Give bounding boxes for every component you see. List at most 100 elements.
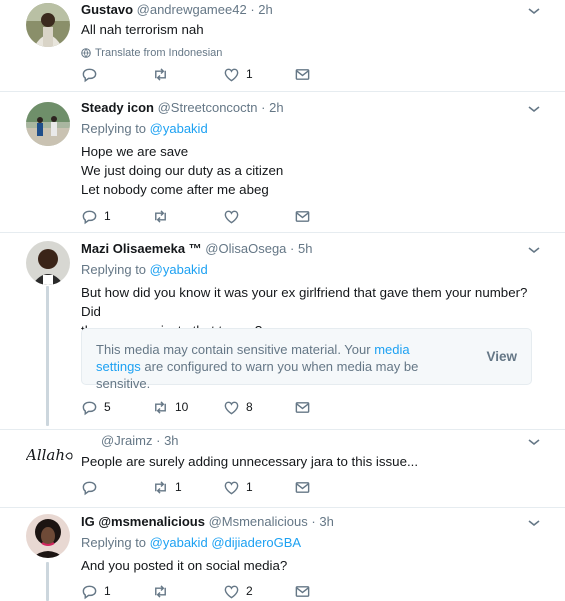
like-button[interactable]: 2: [223, 583, 294, 600]
dm-icon: [295, 68, 310, 80]
like-count: 1: [246, 67, 253, 81]
like-button[interactable]: 8: [223, 399, 294, 416]
replying-to: Replying to @yabakid @dijiaderoGBA: [81, 534, 545, 552]
mention-link[interactable]: @yabakid: [150, 262, 208, 277]
retweet-icon: [155, 209, 166, 223]
reply-button[interactable]: 5: [81, 399, 152, 416]
caret-down-icon[interactable]: [527, 6, 541, 16]
reply-button[interactable]: 1: [81, 208, 152, 225]
sensitive-text-after: are configured to warn you when media ma…: [96, 359, 419, 391]
dm-icon: [295, 401, 310, 413]
reply-button[interactable]: [81, 479, 152, 496]
tweet-steady-icon[interactable]: Steady icon @Streetconcoctn · 2h Replyin…: [0, 92, 565, 232]
retweet-icon: [155, 480, 166, 494]
reply-icon: [82, 210, 97, 224]
direct-message-button[interactable]: [294, 66, 365, 83]
direct-message-button[interactable]: [294, 583, 365, 600]
reply-icon: [82, 401, 97, 415]
tweet-text-line: But how did you know it was your ex girl…: [81, 285, 528, 319]
avatar[interactable]: [26, 514, 70, 558]
timestamp[interactable]: 2h: [269, 100, 283, 115]
retweet-button[interactable]: 1: [152, 479, 223, 496]
reply-count: 1: [104, 209, 111, 223]
tweet-actions: 1 2: [81, 581, 365, 601]
like-icon: [224, 585, 239, 598]
retweet-button[interactable]: [152, 66, 223, 83]
caret-down-icon[interactable]: [527, 104, 541, 114]
username[interactable]: @andrewgamee42: [137, 2, 247, 17]
retweet-button[interactable]: [152, 208, 223, 225]
tweet-msmenalicious[interactable]: IG @msmenalicious @Msmenalicious · 3h Re…: [0, 508, 565, 601]
retweet-icon: [155, 584, 166, 598]
separator: ·: [250, 2, 255, 17]
tweet-gustavo[interactable]: Gustavo @andrewgamee42 · 2h All nah terr…: [0, 0, 565, 91]
signature-avatar[interactable]: Allah: [26, 442, 76, 466]
globe-icon: [81, 48, 91, 58]
separator: ·: [261, 100, 266, 115]
direct-message-button[interactable]: [294, 479, 365, 496]
reply-button[interactable]: [81, 66, 152, 83]
mention-link[interactable]: @dijiaderoGBA: [211, 535, 301, 550]
retweet-count: 1: [175, 480, 182, 494]
timestamp[interactable]: 5h: [298, 241, 312, 256]
direct-message-button[interactable]: [294, 208, 365, 225]
separator: ·: [290, 241, 295, 256]
username[interactable]: @Jraimz: [101, 433, 152, 448]
separator: ·: [311, 514, 316, 529]
caret-down-icon[interactable]: [527, 437, 541, 447]
username[interactable]: @Msmenalicious: [209, 514, 308, 529]
timestamp[interactable]: 2h: [258, 2, 272, 17]
like-button[interactable]: 1: [223, 479, 294, 496]
tweet-text-line: We just doing our duty as a citizen: [81, 163, 284, 178]
display-name[interactable]: IG @msmenalicious: [81, 514, 205, 529]
display-name[interactable]: Mazi Olisaemeka ™: [81, 241, 202, 256]
retweet-button[interactable]: 10: [152, 399, 223, 416]
caret-down-icon[interactable]: [527, 245, 541, 255]
avatar[interactable]: [26, 3, 70, 47]
like-icon: [224, 401, 239, 414]
reply-count: 5: [104, 400, 111, 414]
tweet-text: Hope we are save We just doing our duty …: [81, 142, 545, 199]
replying-label: Replying to: [81, 535, 147, 550]
display-name[interactable]: Steady icon: [81, 100, 154, 115]
mention-link[interactable]: @yabakid: [150, 121, 208, 136]
reply-icon: [82, 481, 97, 495]
tweet-header: Mazi Olisaemeka ™ @OlisaOsega · 5h: [81, 241, 545, 257]
translate-link[interactable]: Translate from Indonesian: [81, 45, 545, 61]
dm-icon: [295, 585, 310, 597]
sensitive-media-notice: This media may contain sensitive materia…: [81, 328, 532, 391]
tweet-jraimz[interactable]: Allah @Jraimz · 3h People are surely add…: [0, 430, 565, 507]
reply-button[interactable]: 1: [81, 583, 152, 600]
direct-message-button[interactable]: [294, 399, 365, 416]
caret-down-icon[interactable]: [527, 518, 541, 528]
svg-text:Allah: Allah: [26, 446, 65, 464]
like-icon: [224, 481, 239, 494]
like-button[interactable]: [223, 208, 294, 225]
tweet-text: And you posted it on social media?: [81, 558, 288, 573]
like-icon: [224, 210, 239, 223]
dm-icon: [295, 210, 310, 222]
username[interactable]: @OlisaOsega: [205, 241, 286, 256]
view-media-button[interactable]: View: [486, 349, 517, 364]
reply-icon: [82, 585, 97, 599]
tweet-mazi-olisaemeka[interactable]: Mazi Olisaemeka ™ @OlisaOsega · 5h Reply…: [0, 233, 565, 429]
like-button[interactable]: 1: [223, 66, 294, 83]
avatar[interactable]: [26, 102, 70, 146]
timestamp[interactable]: 3h: [164, 433, 178, 448]
tweet-text: People are surely adding unnecessary jar…: [81, 454, 419, 469]
avatar[interactable]: [26, 241, 70, 285]
tweet-text: All nah terrorism nah: [81, 22, 204, 37]
retweet-icon: [155, 400, 166, 414]
mention-link[interactable]: @yabakid: [150, 535, 208, 550]
username[interactable]: @Streetconcoctn: [158, 100, 258, 115]
like-icon: [224, 68, 239, 81]
timestamp[interactable]: 3h: [319, 514, 333, 529]
tweet-header: Gustavo @andrewgamee42 · 2h: [81, 2, 545, 18]
replying-label: Replying to: [81, 121, 147, 136]
tweet-header: @Jraimz · 3h: [81, 433, 545, 449]
like-count: 2: [246, 584, 253, 598]
retweet-icon: [155, 67, 166, 81]
replying-to: Replying to @yabakid: [81, 261, 545, 279]
retweet-button[interactable]: [152, 583, 223, 600]
display-name[interactable]: Gustavo: [81, 2, 133, 17]
